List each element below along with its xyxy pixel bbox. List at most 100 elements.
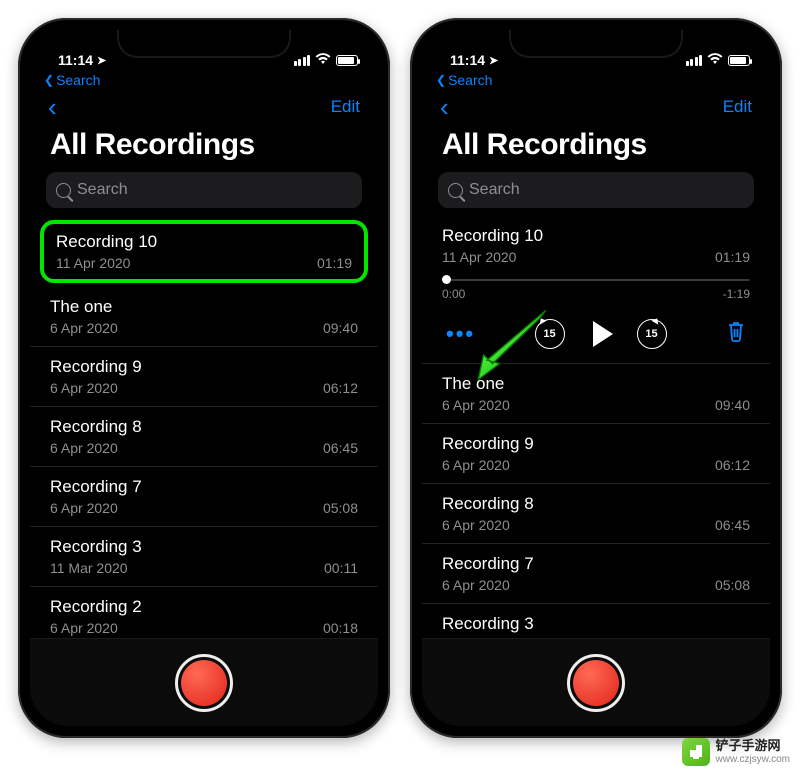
battery-icon xyxy=(728,55,750,66)
recording-duration: 09:40 xyxy=(323,320,358,336)
edit-button[interactable]: Edit xyxy=(331,97,360,117)
recording-duration: 06:12 xyxy=(715,457,750,473)
wifi-icon xyxy=(707,53,723,68)
cellular-icon xyxy=(686,55,703,66)
back-label: Search xyxy=(448,72,492,88)
recording-date: 11 Apr 2020 xyxy=(442,249,516,265)
recording-title: Recording 8 xyxy=(442,494,750,514)
cellular-icon xyxy=(294,55,311,66)
recording-duration: 01:19 xyxy=(317,255,352,271)
chevron-left-icon: ❮ xyxy=(436,73,446,87)
chevron-left-icon: ❮ xyxy=(44,73,54,87)
recording-date: 6 Apr 2020 xyxy=(50,320,118,336)
recording-title: Recording 8 xyxy=(50,417,358,437)
recording-title: The one xyxy=(442,374,750,394)
recording-duration: 06:12 xyxy=(323,380,358,396)
skip-forward-15-button[interactable]: 15 xyxy=(637,319,667,349)
recording-title: Recording 7 xyxy=(442,554,750,574)
edit-button[interactable]: Edit xyxy=(723,97,752,117)
wifi-icon xyxy=(315,53,331,68)
phone-right: 11:14 ➤ ❮ Search ‹ Edit All Re xyxy=(410,18,782,738)
location-icon: ➤ xyxy=(489,54,498,67)
back-label: Search xyxy=(56,72,100,88)
recording-title: Recording 3 xyxy=(442,614,750,634)
recording-title: Recording 9 xyxy=(50,357,358,377)
recording-duration: 06:45 xyxy=(323,440,358,456)
delete-button[interactable] xyxy=(726,320,746,348)
search-icon xyxy=(56,183,71,198)
recording-row[interactable]: The one 6 Apr 2020 09:40 xyxy=(30,287,378,347)
recording-date: 6 Apr 2020 xyxy=(442,397,510,413)
status-time: 11:14 xyxy=(58,52,93,68)
recording-title: Recording 10 xyxy=(442,226,750,246)
remaining-time: -1:19 xyxy=(723,287,750,301)
recording-date: 6 Apr 2020 xyxy=(50,620,118,636)
search-placeholder: Search xyxy=(77,181,352,199)
search-input[interactable]: Search xyxy=(438,172,754,208)
recording-row[interactable]: Recording 7 6 Apr 2020 05:08 xyxy=(30,467,378,527)
more-options-button[interactable]: ••• xyxy=(446,323,475,345)
recording-row[interactable]: Recording 8 6 Apr 2020 06:45 xyxy=(30,407,378,467)
recording-row[interactable]: Recording 8 6 Apr 2020 06:45 xyxy=(422,484,770,544)
back-to-search[interactable]: ❮ Search xyxy=(422,70,770,88)
recording-duration: 01:19 xyxy=(715,249,750,265)
watermark: 铲子手游网 www.czjsyw.com xyxy=(682,738,790,766)
recording-date: 6 Apr 2020 xyxy=(442,517,510,533)
skip-seconds-label: 15 xyxy=(543,328,555,340)
recording-date: 6 Apr 2020 xyxy=(442,577,510,593)
notch xyxy=(119,30,289,56)
record-button[interactable] xyxy=(567,654,625,712)
scrubber-handle-icon[interactable] xyxy=(442,275,451,284)
recording-date: 6 Apr 2020 xyxy=(50,440,118,456)
nav-back-button[interactable]: ‹ xyxy=(48,94,57,120)
recording-row[interactable]: Recording 9 6 Apr 202006:12 xyxy=(422,424,770,484)
search-input[interactable]: Search xyxy=(46,172,362,208)
recordings-list: Recording 10 11 Apr 2020 01:19 The one 6… xyxy=(30,216,378,638)
battery-icon xyxy=(336,55,358,66)
recording-duration: 09:40 xyxy=(715,397,750,413)
scrubber-track[interactable] xyxy=(442,279,750,281)
footer xyxy=(422,638,770,726)
recording-title: The one xyxy=(50,297,358,317)
skip-seconds-label: 15 xyxy=(645,328,657,340)
recording-row[interactable]: Recording 2 6 Apr 2020 00:18 xyxy=(30,587,378,638)
watermark-title: 铲子手游网 xyxy=(716,739,790,753)
recording-date: 11 Mar 2020 xyxy=(50,560,128,576)
watermark-logo-icon xyxy=(682,738,710,766)
elapsed-time: 0:00 xyxy=(442,287,465,301)
play-button[interactable] xyxy=(593,321,613,347)
recording-date: 6 Apr 2020 xyxy=(50,500,118,516)
recording-duration: 06:45 xyxy=(715,517,750,533)
search-placeholder: Search xyxy=(469,181,744,199)
skip-back-15-button[interactable]: 15 xyxy=(535,319,565,349)
status-time: 11:14 xyxy=(450,52,485,68)
record-icon xyxy=(181,660,227,706)
recording-duration: 00:18 xyxy=(323,620,358,636)
recording-row[interactable]: Recording 7 6 Apr 2020 05:08 xyxy=(422,544,770,604)
recording-duration: 00:11 xyxy=(324,560,358,576)
recording-title: Recording 7 xyxy=(50,477,358,497)
notch xyxy=(511,30,681,56)
recording-duration: 05:08 xyxy=(323,500,358,516)
recording-title: Recording 10 xyxy=(56,232,352,252)
nav-back-button[interactable]: ‹ xyxy=(440,94,449,120)
footer xyxy=(30,638,378,726)
back-to-search[interactable]: ❮ Search xyxy=(30,70,378,88)
page-title: All Recordings xyxy=(422,120,770,172)
record-icon xyxy=(573,660,619,706)
recording-title: Recording 3 xyxy=(50,537,358,557)
recording-duration: 05:08 xyxy=(715,577,750,593)
expanded-recording[interactable]: Recording 10 11 Apr 2020 01:19 0:00 -1:1… xyxy=(422,216,770,364)
recording-date: 11 Apr 2020 xyxy=(56,255,130,271)
phone-left: 11:14 ➤ ❮ Search ‹ Edit All Re xyxy=(18,18,390,738)
search-icon xyxy=(448,183,463,198)
recording-date: 6 Apr 2020 xyxy=(50,380,118,396)
recording-row[interactable]: Recording 9 6 Apr 2020 06:12 xyxy=(30,347,378,407)
recording-row[interactable]: Recording 3 xyxy=(422,604,770,638)
recording-row[interactable]: The one 6 Apr 2020 09:40 xyxy=(422,364,770,424)
location-icon: ➤ xyxy=(97,54,106,67)
recording-row[interactable]: Recording 3 11 Mar 2020 00:11 xyxy=(30,527,378,587)
record-button[interactable] xyxy=(175,654,233,712)
recording-title: Recording 2 xyxy=(50,597,358,617)
recording-row[interactable]: Recording 10 11 Apr 2020 01:19 xyxy=(40,220,368,283)
